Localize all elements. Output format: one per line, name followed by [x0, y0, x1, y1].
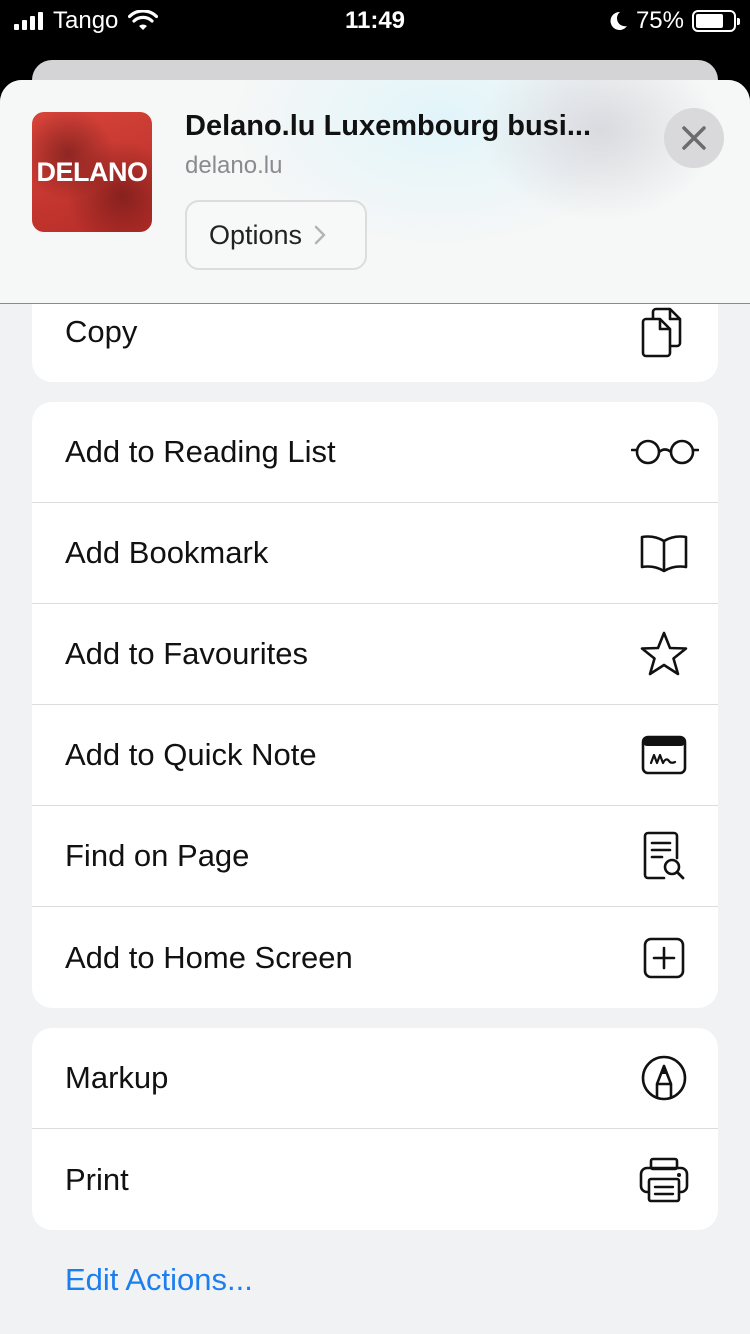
action-add-to-quick-note[interactable]: Add to Quick Note — [32, 705, 718, 806]
action-label: Markup — [65, 1060, 169, 1095]
action-label: Add Bookmark — [65, 535, 269, 570]
moon-icon — [610, 11, 627, 30]
page-title: Delano.lu Luxembourg busi... — [185, 110, 592, 142]
options-button[interactable]: Options — [185, 200, 367, 270]
action-add-bookmark[interactable]: Add Bookmark — [32, 503, 718, 604]
glasses-icon — [630, 426, 700, 478]
page-thumbnail: DELANO — [32, 112, 152, 232]
star-icon — [638, 628, 690, 680]
book-icon — [638, 527, 690, 579]
share-sheet: DELANO Delano.lu Luxembourg busi... dela… — [0, 80, 750, 1334]
printer-icon — [638, 1154, 690, 1206]
action-label: Find on Page — [65, 838, 250, 873]
edit-actions-link[interactable]: Edit Actions... — [65, 1262, 253, 1298]
action-markup[interactable]: Markup — [32, 1028, 718, 1129]
action-add-to-reading-list[interactable]: Add to Reading List — [32, 402, 718, 503]
copy-icon — [638, 306, 690, 358]
page-domain: delano.lu — [185, 152, 283, 179]
action-print[interactable]: Print — [32, 1129, 718, 1230]
battery-icon — [692, 10, 740, 32]
find-document-icon — [638, 830, 690, 882]
action-add-to-home-screen[interactable]: Add to Home Screen — [32, 907, 718, 1008]
action-add-to-favourites[interactable]: Add to Favourites — [32, 604, 718, 705]
close-button[interactable] — [664, 108, 724, 168]
action-label: Add to Reading List — [65, 434, 336, 469]
options-label: Options — [209, 219, 303, 250]
action-label: Copy — [65, 313, 138, 349]
battery-percent: 75% — [635, 7, 684, 34]
action-group-markup: Markup Print — [32, 1028, 718, 1230]
close-icon — [682, 126, 706, 150]
chevron-right-icon — [314, 225, 326, 245]
action-label: Print — [65, 1161, 129, 1197]
action-label: Add to Favourites — [65, 636, 308, 671]
battery-fill — [696, 14, 723, 28]
thumbnail-logo-text: DELANO — [36, 156, 149, 187]
action-group-main: Add to Reading List Add Bookmark Add to … — [32, 402, 718, 1008]
quick-note-icon — [638, 729, 690, 781]
action-find-on-page[interactable]: Find on Page — [32, 806, 718, 907]
battery-nub — [737, 18, 740, 25]
status-bar: Tango 11:49 75% — [0, 0, 750, 42]
plus-square-icon — [638, 932, 690, 984]
share-sheet-header: DELANO Delano.lu Luxembourg busi... dela… — [0, 80, 750, 304]
action-label: Add to Home Screen — [65, 939, 353, 975]
status-right: 75% — [608, 6, 740, 36]
markup-pen-icon — [638, 1052, 690, 1104]
action-label: Add to Quick Note — [65, 737, 317, 772]
